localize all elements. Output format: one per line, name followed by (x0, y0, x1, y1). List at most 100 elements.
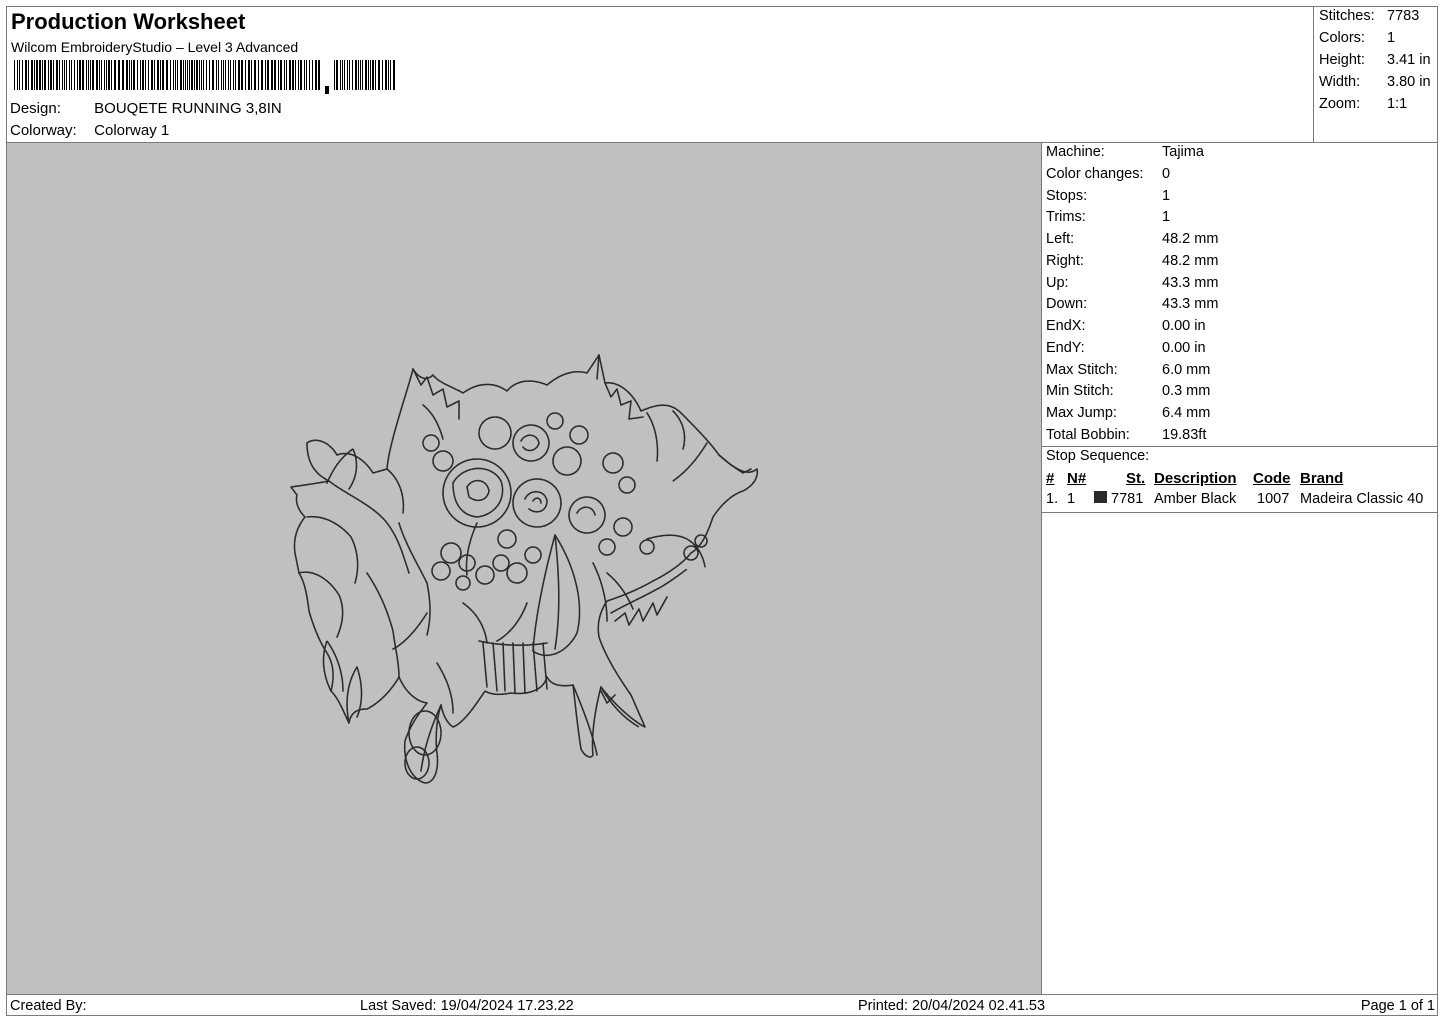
barcode-bar (122, 60, 124, 90)
info-value: 0.00 in (1162, 340, 1206, 356)
barcode-bar (183, 60, 184, 90)
info-row: Max Jump: 6.4 mm (1046, 405, 1210, 421)
last-saved: Last Saved: 19/04/2024 17.23.22 (360, 998, 574, 1014)
colorway-row: Colorway: Colorway 1 (10, 122, 169, 139)
barcode-bar (22, 60, 23, 90)
info-row: Max Stitch: 6.0 mm (1046, 362, 1210, 378)
barcode-bar (368, 60, 369, 90)
barcode-bar (304, 60, 305, 90)
barcode-bar (74, 60, 75, 90)
barcode-bar (191, 60, 193, 90)
summary-height: Height: 3.41 in (1319, 52, 1431, 68)
info-value: 6.0 mm (1162, 362, 1211, 378)
barcode-bar (286, 60, 287, 90)
barcode-bar (194, 60, 195, 90)
summary-value: 3.80 in (1387, 74, 1431, 90)
info-value: 19.83ft (1162, 427, 1207, 443)
barcode-bar (336, 60, 338, 90)
summary-label: Width: (1319, 74, 1361, 90)
barcode-bar (199, 60, 200, 90)
info-value: 6.4 mm (1162, 405, 1211, 421)
barcode-bar (154, 60, 155, 90)
barcode-bar (385, 60, 387, 90)
info-value: 1 (1162, 209, 1171, 225)
barcode-bar (334, 60, 335, 90)
barcode-bar (325, 86, 329, 94)
summary-zoom: Zoom: 1:1 (1319, 96, 1407, 112)
barcode-bar (295, 60, 296, 90)
barcode-bar (206, 60, 207, 90)
info-label: Right: (1046, 253, 1084, 269)
info-label: Max Stitch: (1046, 362, 1118, 378)
barcode-bar (228, 60, 229, 90)
column-header-stitches: St. (1126, 470, 1146, 487)
barcode-bar (99, 60, 100, 90)
barcode-bar (212, 60, 214, 90)
barcode-bar (133, 60, 135, 90)
barcode-bar (90, 60, 91, 90)
info-value: 1 (1162, 188, 1171, 204)
info-row: Total Bobbin: 19.83ft (1046, 427, 1206, 443)
design-value: BOUQETE RUNNING 3,8IN (94, 100, 282, 117)
barcode-bar (92, 60, 94, 90)
barcode-bar (309, 60, 310, 90)
barcode-bar (298, 60, 299, 90)
barcode-bar (235, 60, 236, 90)
stop-sequence-heading: Stop Sequence: (1046, 448, 1150, 464)
barcode-image (14, 60, 395, 94)
summary-value: 7783 (1387, 8, 1420, 24)
barcode-bar (82, 60, 84, 90)
barcode-bar (360, 60, 361, 90)
barcode-bar (108, 60, 110, 90)
design-label: Design: (10, 100, 61, 117)
barcode-bar (300, 60, 302, 90)
info-label: Stops: (1046, 188, 1088, 204)
info-row: Stops: 1 (1046, 188, 1170, 204)
barcode-bar (189, 60, 190, 90)
barcode-bar (347, 60, 348, 90)
barcode-bar (148, 60, 149, 90)
barcode-bar (274, 60, 276, 90)
barcode-bar (278, 60, 279, 90)
barcode-bar (265, 60, 266, 90)
barcode-bar (137, 60, 138, 90)
barcode-bar (17, 60, 18, 90)
colorway-label: Colorway: (10, 122, 77, 139)
barcode-bar (106, 60, 107, 90)
barcode-bar (289, 60, 291, 90)
info-label: Up: (1046, 275, 1069, 291)
barcode-bar (19, 60, 20, 90)
printed-date: Printed: 20/04/2024 02.41.53 (858, 998, 1046, 1014)
barcode-bar (284, 60, 285, 90)
info-row: Trims: 1 (1046, 209, 1170, 225)
stop-row-brand: Madeira Classic 40 (1300, 491, 1424, 507)
barcode-bar (306, 60, 307, 90)
barcode-bar (66, 60, 67, 90)
barcode-bar (362, 60, 363, 90)
column-header-description: Description (1154, 470, 1237, 487)
summary-stitches: Stitches: 7783 (1319, 8, 1419, 24)
stop-row-code: 1007 (1257, 491, 1290, 507)
barcode-bar (77, 60, 78, 90)
barcode-bar (238, 60, 240, 90)
barcode-bar (180, 60, 182, 90)
summary-label: Colors: (1319, 30, 1365, 46)
summary-label: Height: (1319, 52, 1365, 68)
barcode-bar (131, 60, 132, 90)
info-label: Total Bobbin: (1046, 427, 1130, 443)
barcode-bar (157, 60, 159, 90)
summary-value: 3.41 in (1387, 52, 1431, 68)
barcode-bar (14, 60, 15, 90)
barcode-bar (173, 60, 174, 90)
barcode-bar (175, 60, 176, 90)
info-row: EndX: 0.00 in (1046, 318, 1206, 334)
barcode-bar (245, 60, 246, 90)
info-label: Down: (1046, 296, 1088, 312)
software-name: Wilcom EmbroideryStudio – Level 3 Advanc… (11, 39, 299, 55)
info-row: Min Stitch: 0.3 mm (1046, 383, 1210, 399)
barcode-bar (241, 60, 243, 90)
barcode-bar (312, 60, 313, 90)
barcode-bar (315, 60, 317, 90)
barcode-bar (225, 60, 226, 90)
page-title: Production Worksheet (11, 9, 246, 34)
